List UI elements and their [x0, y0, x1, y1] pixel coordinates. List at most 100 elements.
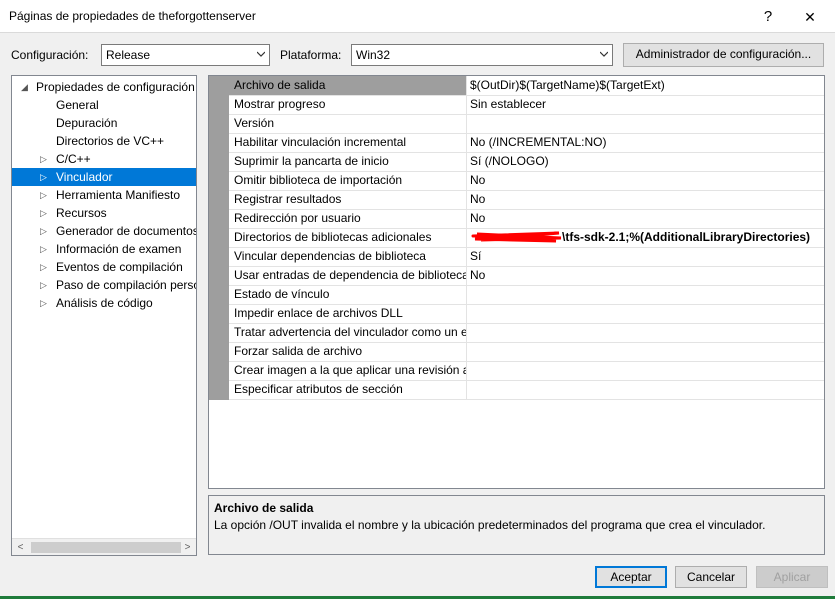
expand-triangle-icon[interactable]: ▷	[40, 258, 47, 276]
cancel-button[interactable]: Cancelar	[675, 566, 747, 588]
property-grid[interactable]: Archivo de salida $(OutDir)$(TargetName)…	[208, 75, 825, 489]
grid-row[interactable]: Mostrar progreso Sin establecer	[229, 95, 824, 115]
property-name: Forzar salida de archivo	[229, 342, 467, 361]
configuration-manager-button[interactable]: Administrador de configuración...	[623, 43, 824, 67]
platform-combo[interactable]: Win32	[351, 44, 613, 66]
expand-triangle-icon[interactable]: ▷	[40, 186, 47, 204]
expand-triangle-icon[interactable]: ▷	[40, 294, 47, 312]
collapse-triangle-icon[interactable]: ◢	[21, 78, 28, 96]
tree-item-vc-directories[interactable]: Directorios de VC++	[12, 132, 196, 150]
tree-item-general[interactable]: General	[12, 96, 196, 114]
configuration-combo[interactable]: Release	[101, 44, 270, 66]
property-value[interactable]	[469, 285, 824, 304]
grid-row[interactable]: Estado de vínculo	[229, 285, 824, 305]
tree-item-code-analysis[interactable]: ▷ Análisis de código	[12, 294, 196, 312]
expand-triangle-icon[interactable]: ▷	[40, 240, 47, 258]
expand-triangle-icon[interactable]: ▷	[40, 150, 47, 168]
expand-triangle-icon[interactable]: ▷	[40, 222, 47, 240]
tree-item-manifest-tool[interactable]: ▷ Herramienta Manifiesto	[12, 186, 196, 204]
expand-triangle-icon[interactable]: ▷	[40, 276, 47, 294]
window-title: Páginas de propiedades de theforgottense…	[9, 9, 256, 23]
grid-row[interactable]: Habilitar vinculación incremental No (/I…	[229, 133, 824, 153]
tree-item-depuracion[interactable]: Depuración	[12, 114, 196, 132]
tree-item-label: Directorios de VC++	[56, 134, 165, 148]
property-value[interactable]: Sí	[469, 247, 824, 266]
tree-item-label: Paso de compilación personalizado	[56, 278, 196, 292]
property-value[interactable]	[469, 114, 824, 133]
property-value[interactable]: $(OutDir)$(TargetName)$(TargetExt)	[469, 76, 824, 95]
property-value[interactable]	[469, 304, 824, 323]
grid-row[interactable]: Redirección por usuario No	[229, 209, 824, 229]
tree-item-label: C/C++	[56, 152, 91, 166]
grid-row[interactable]: Directorios de bibliotecas adicionales \…	[229, 228, 824, 248]
title-bar: Páginas de propiedades de theforgottense…	[0, 0, 835, 33]
tree-item-label: Eventos de compilación	[56, 260, 183, 274]
tree-item-label: Análisis de código	[56, 296, 153, 310]
grid-row[interactable]: Registrar resultados No	[229, 190, 824, 210]
property-value[interactable]: No	[469, 266, 824, 285]
property-value[interactable]: No	[469, 209, 824, 228]
property-tree[interactable]: ◢ Propiedades de configuración General D…	[11, 75, 197, 556]
property-value[interactable]	[469, 323, 824, 342]
scroll-left-icon[interactable]: <	[12, 539, 29, 555]
close-button[interactable]: ✕	[793, 4, 827, 30]
scrollbar-thumb[interactable]	[31, 542, 181, 553]
property-value[interactable]: No (/INCREMENTAL:NO)	[469, 133, 824, 152]
grid-row[interactable]: Tratar advertencia del vinculador como u…	[229, 323, 824, 343]
property-name: Mostrar progreso	[229, 95, 467, 114]
grid-row[interactable]: Archivo de salida $(OutDir)$(TargetName)…	[229, 76, 824, 96]
grid-row[interactable]: Crear imagen a la que aplicar una revisi…	[229, 361, 824, 381]
grid-row[interactable]: Especificar atributos de sección	[229, 380, 824, 400]
property-name: Especificar atributos de sección	[229, 380, 467, 399]
expand-triangle-icon[interactable]: ▷	[40, 204, 47, 222]
configuration-label: Configuración:	[11, 48, 89, 62]
grid-row[interactable]: Usar entradas de dependencia de bibliote…	[229, 266, 824, 286]
tree-item-label: Generador de documentos XML	[56, 224, 197, 238]
tree-item-label: Información de examen	[56, 242, 182, 256]
platform-label: Plataforma:	[280, 48, 342, 62]
property-name: Archivo de salida	[229, 76, 467, 95]
grid-row[interactable]: Omitir biblioteca de importación No	[229, 171, 824, 191]
property-name: Directorios de bibliotecas adicionales	[229, 228, 467, 247]
tree-horizontal-scrollbar[interactable]: < >	[12, 538, 196, 555]
property-name: Tratar advertencia del vinculador como u…	[229, 323, 467, 342]
grid-row[interactable]: Versión	[229, 114, 824, 134]
property-value[interactable]	[469, 380, 824, 399]
description-panel: Archivo de salida La opción /OUT invalid…	[208, 495, 825, 555]
property-value[interactable]: Sí (/NOLOGO)	[469, 152, 824, 171]
apply-button[interactable]: Aplicar	[756, 566, 828, 588]
tree-item-label: General	[56, 98, 99, 112]
tree-item-xml-doc-generator[interactable]: ▷ Generador de documentos XML	[12, 222, 197, 240]
property-name: Vincular dependencias de biblioteca	[229, 247, 467, 266]
grid-row[interactable]: Impedir enlace de archivos DLL	[229, 304, 824, 324]
grid-row[interactable]: Forzar salida de archivo	[229, 342, 824, 362]
scroll-right-icon[interactable]: >	[179, 539, 196, 555]
expand-triangle-icon[interactable]: ▷	[40, 168, 47, 186]
tree-item-label: Vinculador	[56, 170, 113, 184]
property-value[interactable]: No	[469, 171, 824, 190]
grid-gutter	[209, 76, 229, 400]
tree-item-recursos[interactable]: ▷ Recursos	[12, 204, 196, 222]
tree-item-label: Depuración	[56, 116, 118, 130]
property-value[interactable]	[469, 342, 824, 361]
property-value[interactable]: No	[469, 190, 824, 209]
property-value[interactable]: Sin establecer	[469, 95, 824, 114]
property-name: Habilitar vinculación incremental	[229, 133, 467, 152]
description-body: La opción /OUT invalida el nombre y la u…	[214, 518, 766, 532]
tree-item-custom-build-step[interactable]: ▷ Paso de compilación personalizado	[12, 276, 196, 294]
property-value[interactable]	[469, 361, 824, 380]
tree-item-build-events[interactable]: ▷ Eventos de compilación	[12, 258, 196, 276]
property-name: Estado de vínculo	[229, 285, 467, 304]
tree-item-cpp[interactable]: ▷ C/C++	[12, 150, 196, 168]
help-button[interactable]: ?	[751, 4, 785, 30]
tree-item-label: Herramienta Manifiesto	[56, 188, 181, 202]
grid-row[interactable]: Suprimir la pancarta de inicio Sí (/NOLO…	[229, 152, 824, 172]
tree-item-vinculador[interactable]: ▷ Vinculador	[12, 168, 196, 186]
property-value-redacted[interactable]: \tfs-sdk-2.1;%(AdditionalLibraryDirector…	[469, 228, 824, 247]
tree-item-label: Recursos	[56, 206, 107, 220]
ok-button[interactable]: Aceptar	[595, 566, 667, 588]
tree-item-browse-info[interactable]: ▷ Información de examen	[12, 240, 196, 258]
grid-row[interactable]: Vincular dependencias de biblioteca Sí	[229, 247, 824, 267]
property-name: Redirección por usuario	[229, 209, 467, 228]
tree-root[interactable]: ◢ Propiedades de configuración	[12, 78, 196, 96]
